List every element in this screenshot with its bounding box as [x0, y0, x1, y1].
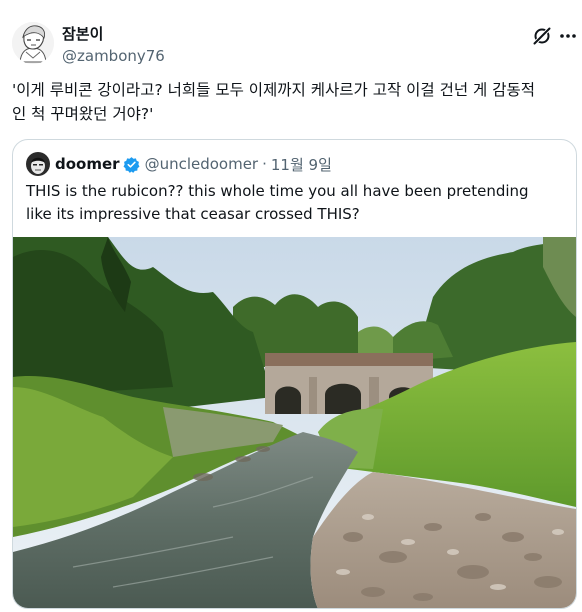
author-avatar[interactable]	[12, 22, 54, 64]
meta-separator: ·	[262, 155, 267, 173]
tweet: 잠본이 @zambony76 '이게 루비콘 강이라고? 너희들 모두 이제까지…	[0, 0, 582, 612]
rubicon-river-photo[interactable]	[13, 237, 576, 609]
quoted-author-avatar[interactable]	[26, 152, 50, 176]
quoted-author-display-name[interactable]: doomer	[55, 155, 120, 173]
quoted-tweet-text: THIS is the rubicon?? this whole time yo…	[26, 182, 529, 223]
quoted-author-handle[interactable]: @uncledoomer	[145, 155, 259, 173]
tweet-text: '이게 루비콘 강이라고? 너희들 모두 이제까지 케사르가 고작 이걸 건넌 …	[12, 81, 536, 123]
verified-badge-icon[interactable]	[123, 156, 140, 173]
doomer-avatar-icon	[26, 152, 50, 176]
author-handle[interactable]: @zambony76	[62, 46, 165, 66]
author-display-name[interactable]: 잠본이	[62, 24, 103, 44]
quoted-tweet-date[interactable]: 11월 9일	[271, 154, 332, 175]
quoted-tweet-header: doomer @uncledoomer · 11월 9일	[55, 153, 332, 175]
anime-character-avatar-icon	[12, 22, 54, 64]
quoted-tweet-card[interactable]: doomer @uncledoomer · 11월 9일 THIS is the…	[12, 139, 577, 609]
grok-icon[interactable]	[530, 24, 554, 48]
more-dots-icon[interactable]	[558, 26, 578, 46]
